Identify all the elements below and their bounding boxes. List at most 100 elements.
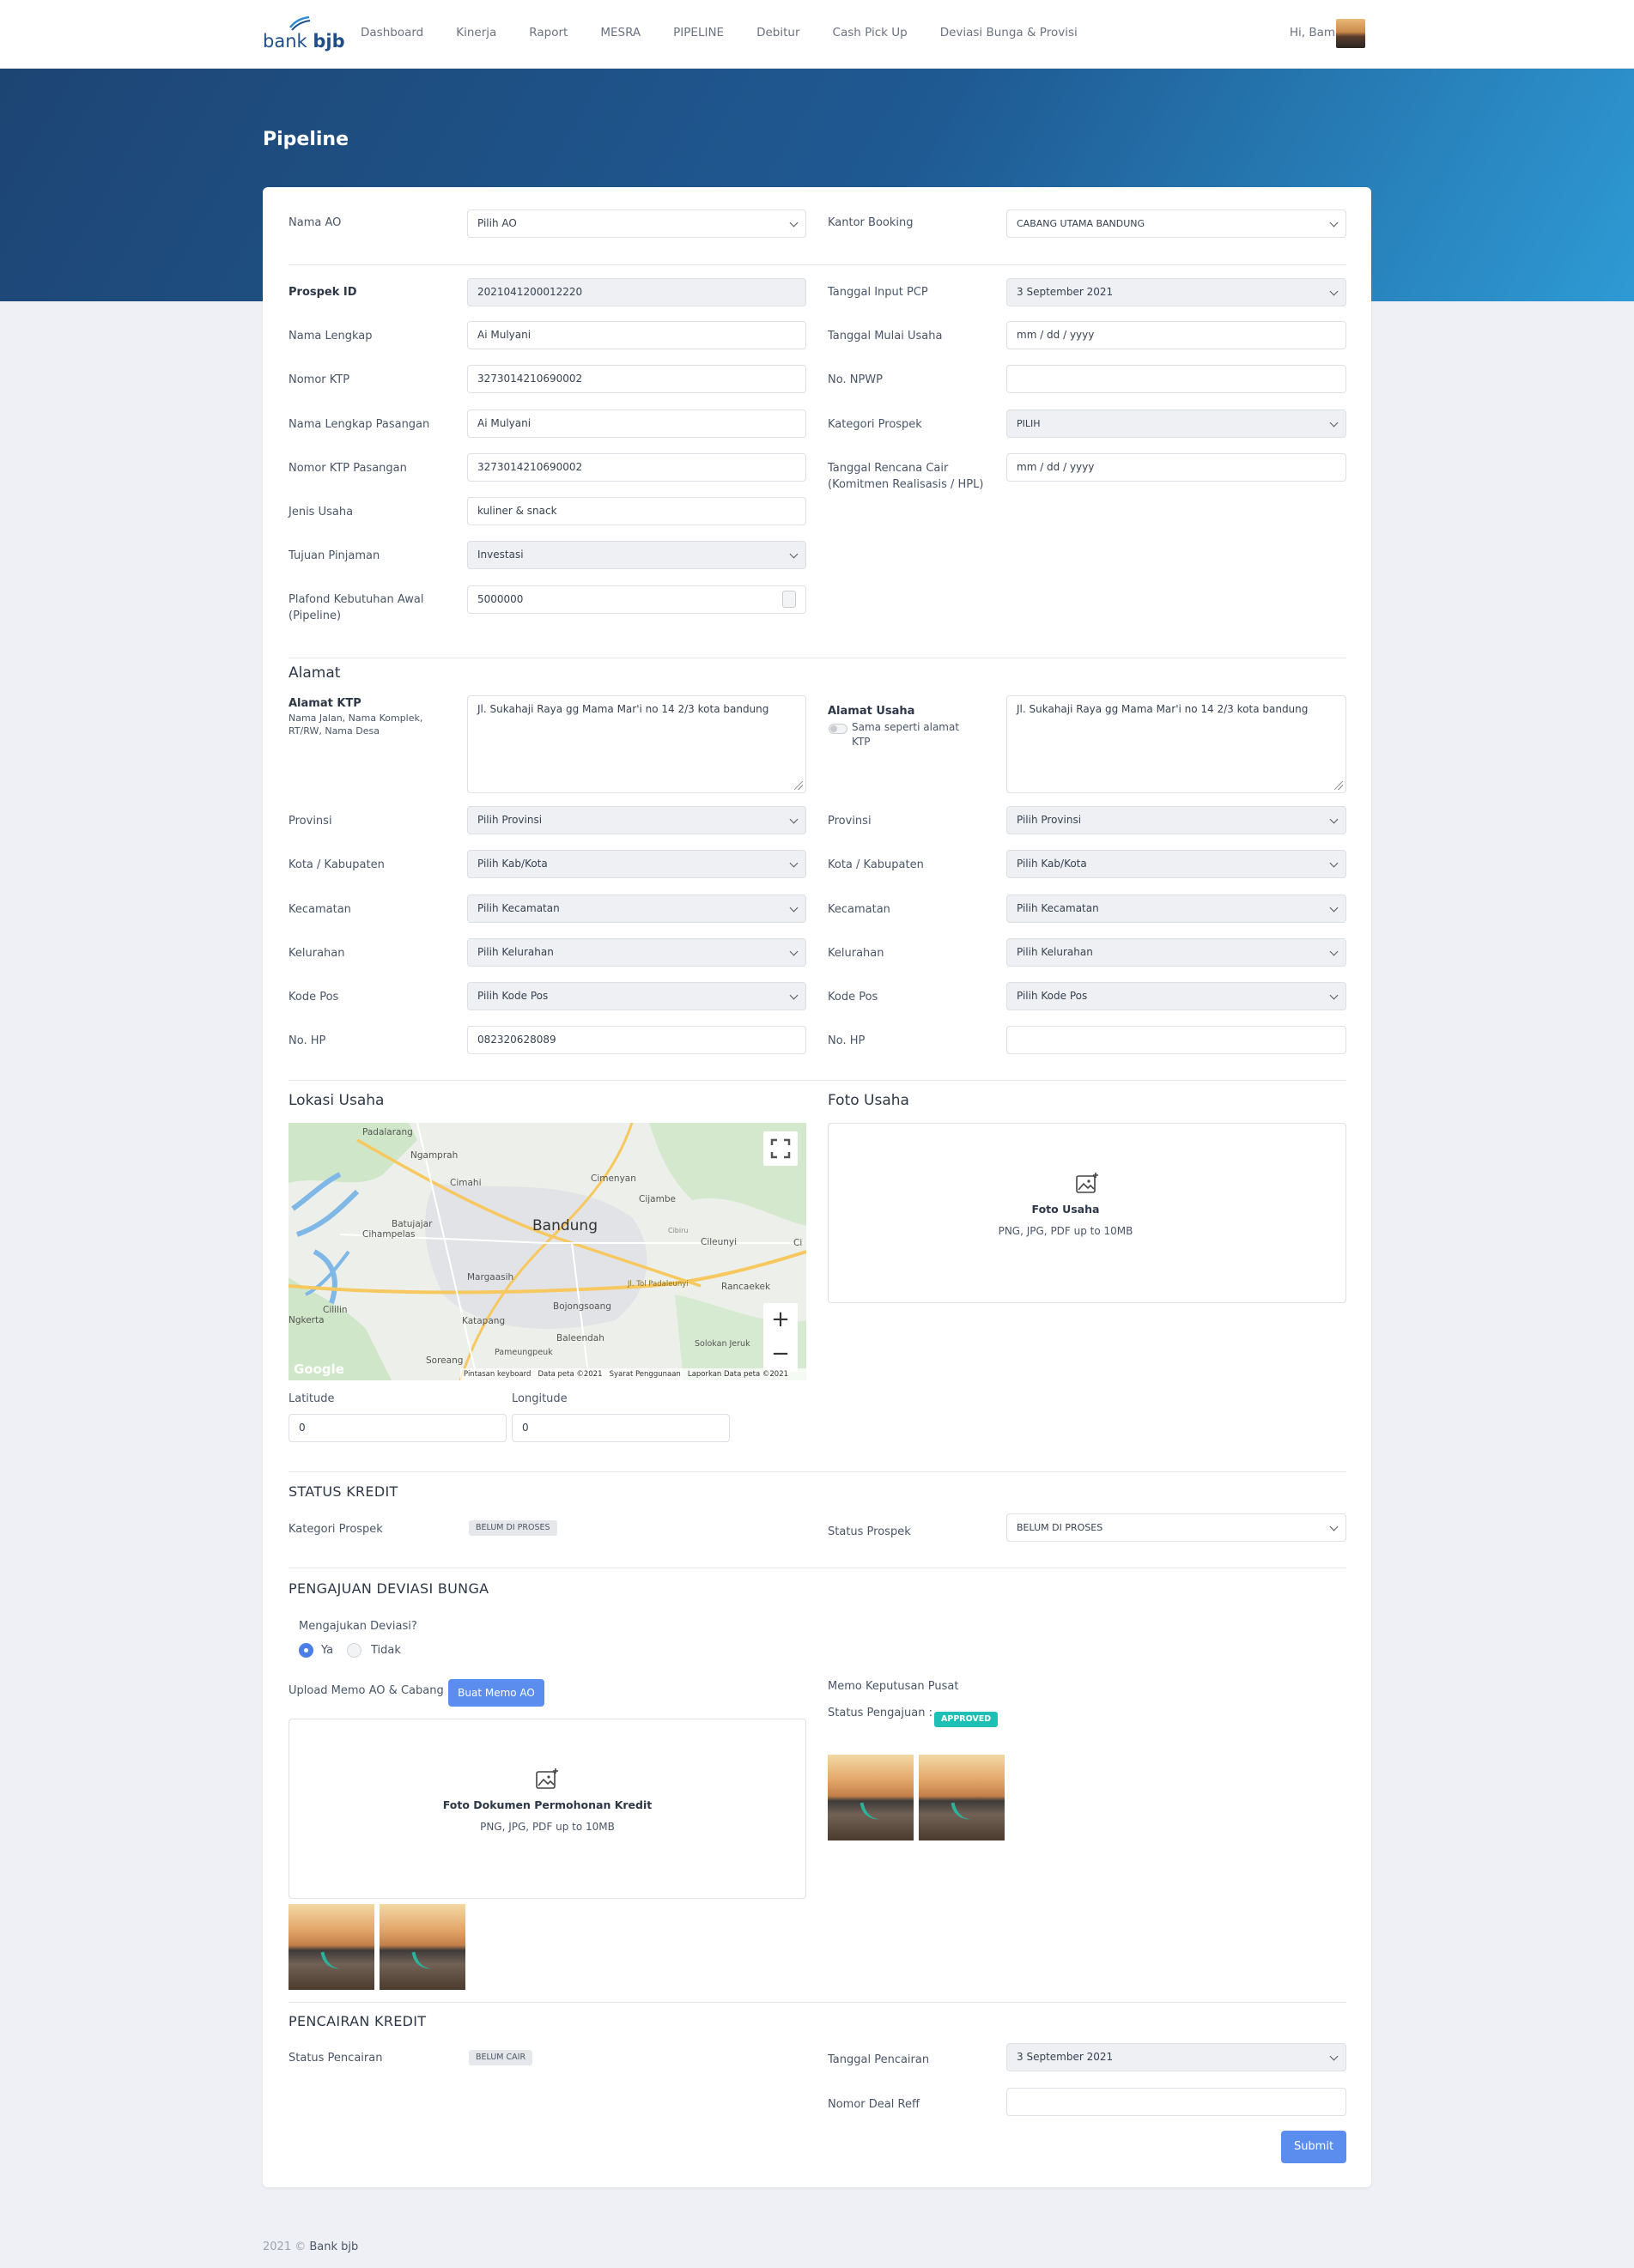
report-link[interactable]: Laporkan	[688, 1370, 721, 1379]
keyboard-shortcuts-link[interactable]: Pintasan keyboard	[464, 1370, 531, 1379]
nav-deviasi-bunga[interactable]: Deviasi Bunga & Provisi	[940, 26, 1078, 39]
uploaded-memo-thumbnail[interactable]	[289, 1904, 374, 1990]
status-badge: BELUM CAIR	[469, 2050, 533, 2065]
nav-pipeline[interactable]: PIPELINE	[673, 26, 724, 39]
kantor-booking-select[interactable]: CABANG UTAMA BANDUNG	[1006, 209, 1346, 238]
upload-memo-label: Upload Memo AO & Cabang	[289, 1684, 444, 1697]
fullscreen-button[interactable]	[763, 1131, 798, 1166]
dokumen-upload-hint: PNG, JPG, PDF up to 10MB	[480, 1821, 615, 1833]
tanggal-pencairan-label: Tanggal Pencairan	[828, 2053, 930, 2066]
kecamatan-label-usaha: Kecamatan	[828, 903, 890, 916]
nomor-ktp-input[interactable]: 3273014210690002	[467, 365, 806, 393]
tanggal-input-pcp-label: Tanggal Input PCP	[828, 286, 928, 299]
number-spinner-icon[interactable]	[782, 591, 796, 608]
same-address-toggle[interactable]	[829, 724, 847, 734]
nav-kinerja[interactable]: Kinerja	[456, 26, 496, 39]
kode-pos-select-usaha[interactable]: Pilih Kode Pos	[1006, 982, 1346, 1010]
approved-badge: APPROVED	[934, 1712, 999, 1727]
nav-dashboard[interactable]: Dashboard	[361, 26, 423, 39]
zoom-out-icon[interactable]: −	[763, 1337, 798, 1372]
map-label: Rancaekek	[721, 1282, 771, 1292]
tanggal-input-pcp-select[interactable]: 3 September 2021	[1006, 278, 1346, 306]
tanggal-rencana-cair-input[interactable]: mm / dd / yyyy	[1006, 453, 1346, 482]
kantor-booking-label: Kantor Booking	[828, 216, 914, 229]
dokumen-dropzone[interactable]: Foto Dokumen Permohonan Kredit PNG, JPG,…	[289, 1719, 806, 1899]
map-label: Cileunyi	[701, 1237, 738, 1247]
status-prospek-select[interactable]: BELUM DI PROSES	[1006, 1513, 1346, 1542]
tujuan-pinjaman-select[interactable]: Investasi	[467, 541, 806, 569]
kelurahan-select-usaha[interactable]: Pilih Kelurahan	[1006, 938, 1346, 967]
deviasi-question: Mengajukan Deviasi?	[299, 1620, 417, 1633]
radio-tidak[interactable]	[347, 1643, 361, 1658]
kota-select-usaha[interactable]: Pilih Kab/Kota	[1006, 850, 1346, 878]
jenis-usaha-input[interactable]: kuliner & snack	[467, 497, 806, 525]
npwp-input[interactable]	[1006, 365, 1346, 393]
nama-pasangan-label: Nama Lengkap Pasangan	[289, 418, 430, 431]
latitude-label: Latitude	[289, 1392, 335, 1405]
memo-pusat-thumbnail[interactable]	[919, 1755, 1005, 1840]
radio-ya[interactable]	[299, 1643, 313, 1658]
resize-handle-icon[interactable]	[1334, 781, 1343, 790]
ktp-pasangan-input[interactable]: 3273014210690002	[467, 453, 806, 482]
avatar[interactable]	[1336, 19, 1365, 48]
image-upload-icon	[536, 1768, 558, 1789]
terms-link[interactable]: Syarat Penggunaan	[610, 1370, 681, 1379]
kode-pos-select-ktp[interactable]: Pilih Kode Pos	[467, 982, 806, 1010]
same-address-label: Sama seperti alamat KTP	[852, 721, 960, 748]
foto-usaha-dropzone[interactable]: Foto Usaha PNG, JPG, PDF up to 10MB	[828, 1123, 1346, 1303]
resize-handle-icon[interactable]	[794, 781, 803, 790]
provinsi-select-usaha[interactable]: Pilih Provinsi	[1006, 806, 1346, 834]
deal-reff-input[interactable]	[1006, 2088, 1346, 2116]
bank-bjb-logo[interactable]: bank bjb	[263, 15, 345, 53]
tanggal-pencairan-select[interactable]: 3 September 2021	[1006, 2043, 1346, 2071]
map-label: Cijambe	[639, 1194, 676, 1204]
kecamatan-select-usaha[interactable]: Pilih Kecamatan	[1006, 894, 1346, 923]
kode-pos-label: Kode Pos	[289, 991, 339, 1004]
submit-button[interactable]: Submit	[1281, 2131, 1346, 2163]
map-label: Katapang	[462, 1316, 506, 1326]
kelurahan-label-usaha: Kelurahan	[828, 947, 884, 960]
plafond-input[interactable]: 5000000	[467, 585, 806, 614]
nav-debitur[interactable]: Debitur	[756, 26, 799, 39]
kode-pos-label-usaha: Kode Pos	[828, 991, 878, 1004]
nama-pasangan-input[interactable]: Ai Mulyani	[467, 409, 806, 438]
status-badge: BELUM DI PROSES	[469, 1520, 557, 1536]
plafond-label: Plafond Kebutuhan Awal (Pipeline)	[289, 593, 424, 622]
status-kredit-title: STATUS KREDIT	[289, 1483, 398, 1500]
nama-lengkap-input[interactable]: Ai Mulyani	[467, 321, 806, 349]
no-hp-input-usaha[interactable]	[1006, 1026, 1346, 1054]
zoom-in-icon[interactable]: +	[763, 1303, 798, 1337]
kota-select-ktp[interactable]: Pilih Kab/Kota	[467, 850, 806, 878]
kategori-prospek-select[interactable]: PILIH	[1006, 409, 1346, 438]
alamat-ktp-textarea[interactable]: Jl. Sukahaji Raya gg Mama Mar'i no 14 2/…	[467, 695, 806, 793]
tanggal-mulai-usaha-label: Tanggal Mulai Usaha	[828, 330, 943, 343]
nav-mesra[interactable]: MESRA	[600, 26, 641, 39]
foto-usaha-upload-title: Foto Usaha	[1031, 1203, 1100, 1216]
nav-cash-pick-up[interactable]: Cash Pick Up	[833, 26, 908, 39]
nav-raport[interactable]: Raport	[529, 26, 568, 39]
no-hp-input-ktp[interactable]: 082320628089	[467, 1026, 806, 1054]
longitude-input[interactable]: 0	[512, 1414, 730, 1442]
uploaded-memo-thumbnail[interactable]	[380, 1904, 465, 1990]
provinsi-select-ktp[interactable]: Pilih Provinsi	[467, 806, 806, 834]
memo-pusat-thumbnail[interactable]	[828, 1755, 914, 1840]
tanggal-mulai-usaha-input[interactable]: mm / dd / yyyy	[1006, 321, 1346, 349]
buat-memo-button[interactable]: Buat Memo AO	[448, 1679, 544, 1707]
nama-ao-select[interactable]: Pilih AO	[467, 209, 806, 238]
kelurahan-select-ktp[interactable]: Pilih Kelurahan	[467, 938, 806, 967]
alamat-usaha-textarea[interactable]: Jl. Sukahaji Raya gg Mama Mar'i no 14 2/…	[1006, 695, 1346, 793]
logo-text: bank bjb	[263, 31, 345, 52]
foto-usaha-upload-hint: PNG, JPG, PDF up to 10MB	[998, 1225, 1133, 1237]
nama-lengkap-label: Nama Lengkap	[289, 330, 373, 343]
location-map[interactable]: Padalarang Ngamprah Cimahi Cimenyan Cija…	[289, 1123, 806, 1380]
map-data-text: Data peta ©2021	[538, 1370, 603, 1379]
kecamatan-select-ktp[interactable]: Pilih Kecamatan	[467, 894, 806, 923]
footer-brand[interactable]: Bank bjb	[309, 2241, 358, 2253]
latitude-input[interactable]: 0	[289, 1414, 507, 1442]
fullscreen-icon	[770, 1138, 791, 1159]
map-label: Cibiru	[668, 1227, 689, 1234]
memo-pusat-label: Memo Keputusan Pusat	[828, 1680, 959, 1693]
image-upload-icon	[1076, 1173, 1098, 1193]
map-label: Jl. Tol Padaleunyi	[628, 1280, 689, 1289]
jenis-usaha-label: Jenis Usaha	[289, 506, 354, 518]
